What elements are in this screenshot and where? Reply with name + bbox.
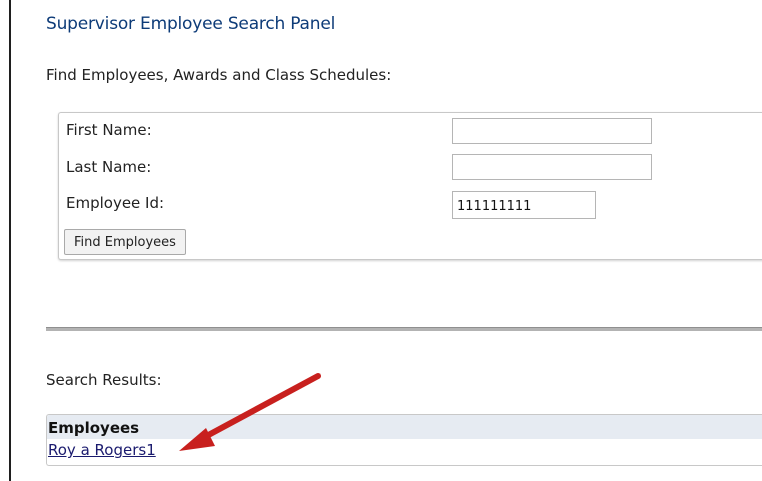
panel-intro-text: Find Employees, Awards and Class Schedul… [46, 66, 392, 84]
panel-title: Supervisor Employee Search Panel [46, 14, 336, 34]
find-employees-button[interactable]: Find Employees [64, 229, 186, 255]
results-header-employees: Employees [47, 415, 762, 439]
search-results-label: Search Results: [46, 371, 162, 389]
last-name-label: Last Name: [66, 158, 152, 176]
first-name-label: First Name: [66, 121, 152, 139]
first-name-input[interactable] [452, 118, 652, 144]
last-name-input[interactable] [452, 154, 652, 180]
employee-result-link[interactable]: Roy a Rogers1 [48, 441, 156, 459]
employee-id-label: Employee Id: [66, 194, 165, 212]
search-results-table: Employees Roy a Rogers1 [46, 414, 762, 466]
section-divider [46, 327, 762, 331]
employee-id-input[interactable] [452, 191, 596, 219]
